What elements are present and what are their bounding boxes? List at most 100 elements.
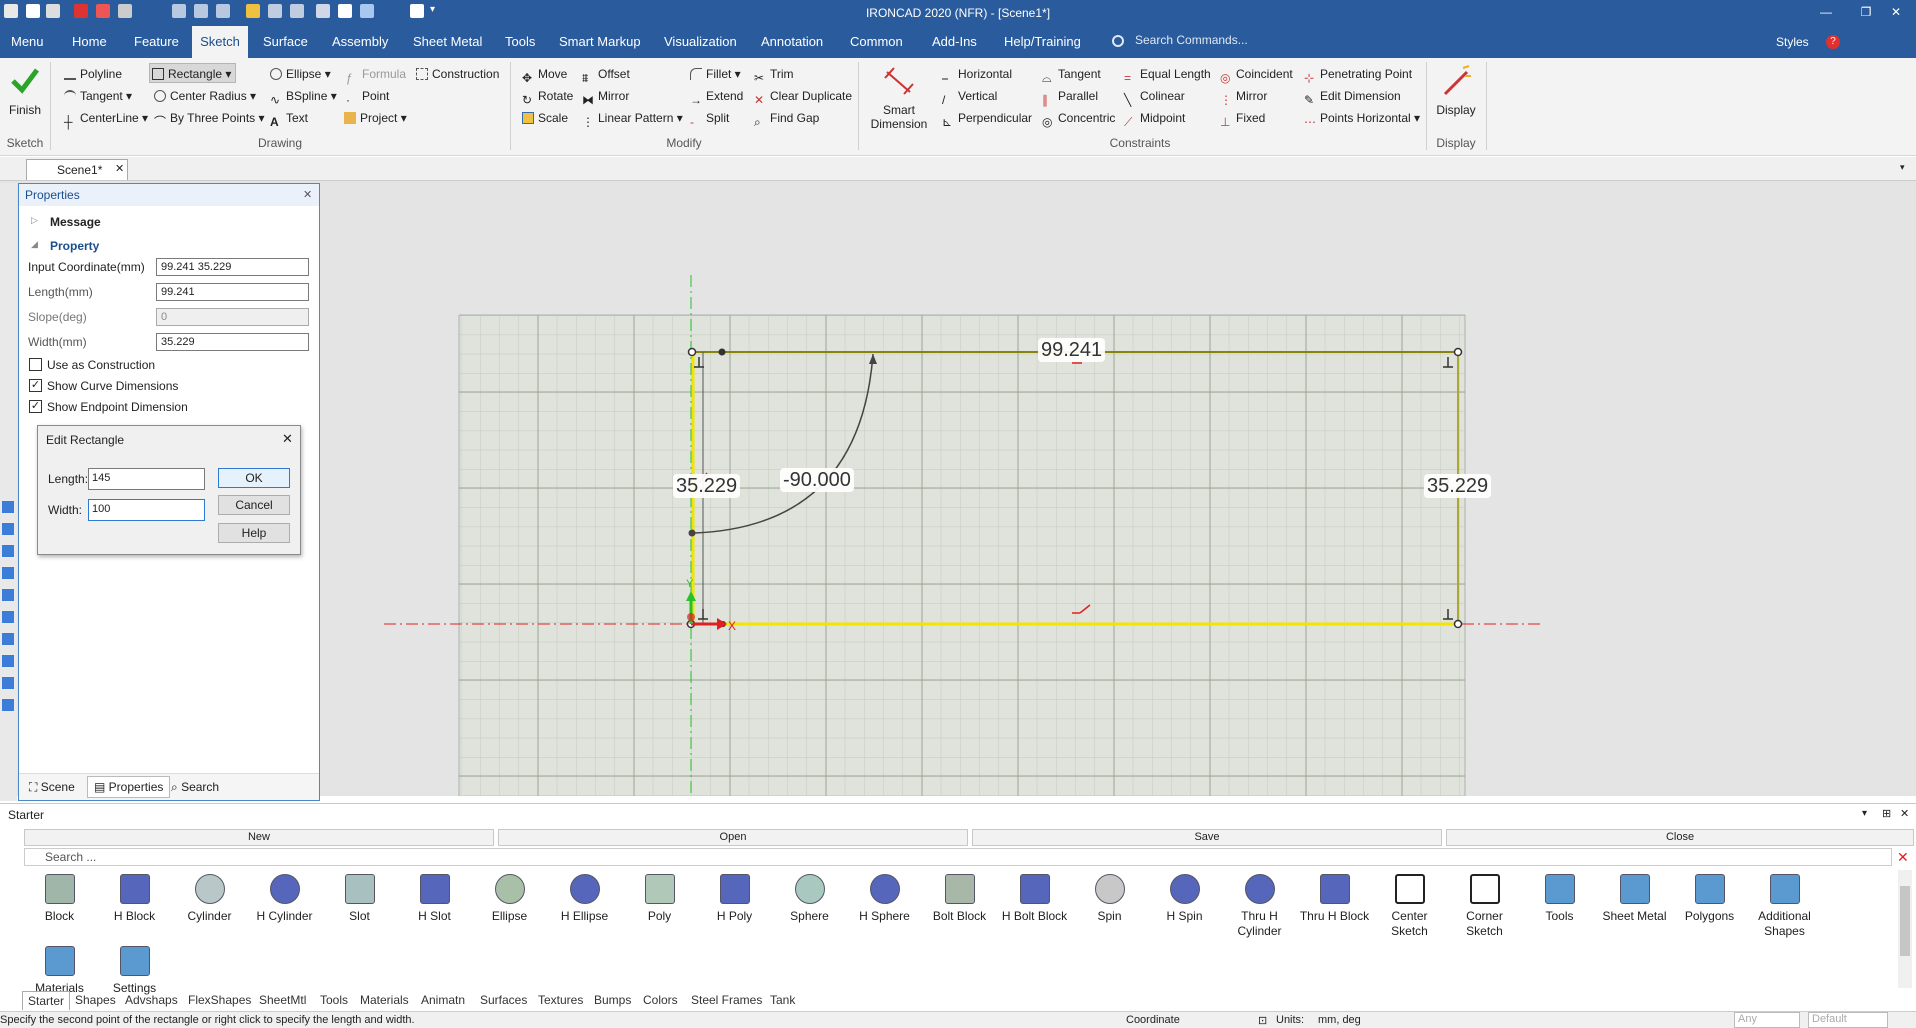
catalog-tab-textures[interactable]: Textures <box>533 991 588 1010</box>
center-radius-button[interactable]: Center Radius ▾ <box>152 86 256 106</box>
use-as-construction-checkbox[interactable] <box>29 358 42 371</box>
colinear-button[interactable]: ╲ Colinear <box>1122 86 1185 107</box>
tab-list-icon[interactable]: ▾ <box>1900 162 1905 173</box>
catalog-item-center-sketch[interactable]: Center Sketch <box>1372 874 1447 939</box>
tool-strip-icon[interactable] <box>2 611 14 623</box>
point-button[interactable]: · Point <box>344 86 389 107</box>
menu-assembly[interactable]: Assembly <box>324 26 396 58</box>
catalog-item-ellipse[interactable]: Ellipse <box>472 874 547 924</box>
fixed-button[interactable]: ⊥ Fixed <box>1218 108 1265 129</box>
cancel-button[interactable]: Cancel <box>218 495 290 515</box>
polyline-button[interactable]: Polyline <box>62 64 122 84</box>
catalog-item-corner-sketch[interactable]: Corner Sketch <box>1447 874 1522 939</box>
clear-search-icon[interactable]: ✕ <box>1897 849 1909 866</box>
dimension-length-top[interactable]: 99.241 <box>1038 338 1106 362</box>
tool-strip-icon[interactable] <box>2 545 14 557</box>
catalog-item-slot[interactable]: Slot <box>322 874 397 924</box>
catalog-menu-icon[interactable]: ▾ <box>1862 808 1867 819</box>
dimension-width-left[interactable]: 35.229 <box>673 474 741 498</box>
ellipse-button[interactable]: Ellipse ▾ <box>268 64 331 84</box>
coincident-button[interactable]: ◎ Coincident <box>1218 64 1293 85</box>
dimension-width-right[interactable]: 35.229 <box>1424 474 1492 498</box>
catalog-item-sphere[interactable]: Sphere <box>772 874 847 924</box>
catalog-scrollbar[interactable] <box>1898 870 1912 988</box>
smart-dimension-button[interactable]: Smart Dimension <box>862 64 936 136</box>
tool-strip-icon[interactable] <box>2 655 14 667</box>
mirror-button[interactable]: ⧓ Mirror <box>580 86 629 107</box>
catalog-item-poly[interactable]: Poly <box>622 874 697 924</box>
menu-sheet-metal[interactable]: Sheet Metal <box>405 26 490 58</box>
catalog-tab-shapes[interactable]: Shapes <box>70 991 121 1010</box>
catalog-item-h-block[interactable]: H Block <box>97 874 172 924</box>
property-section[interactable]: Property <box>50 239 99 253</box>
tool-strip-icon[interactable] <box>2 677 14 689</box>
rotate-button[interactable]: ↻ Rotate <box>520 86 573 107</box>
catalog-item-polygons[interactable]: Polygons <box>1672 874 1747 924</box>
tool-strip-icon[interactable] <box>2 523 14 535</box>
menu-common[interactable]: Common <box>842 26 911 58</box>
horizontal-constraint-button[interactable]: ⎯ Horizontal <box>940 64 1012 85</box>
catalog-search-input[interactable]: Search ... <box>24 848 1892 866</box>
catalog-item-cylinder[interactable]: Cylinder <box>172 874 247 924</box>
display-button[interactable]: Display <box>1432 64 1480 134</box>
vertical-constraint-button[interactable]: / Vertical <box>940 86 997 107</box>
width-field[interactable]: 35.229 <box>156 333 309 351</box>
by-three-points-button[interactable]: ⌒ By Three Points ▾ <box>152 108 265 129</box>
catalog-open-button[interactable]: Open <box>498 829 968 846</box>
menu-annotation[interactable]: Annotation <box>753 26 831 58</box>
trim-button[interactable]: ✂ Trim <box>752 64 794 85</box>
catalog-tab-animatn[interactable]: Animatn <box>416 991 470 1010</box>
close-window-button[interactable]: ✕ <box>1876 2 1916 24</box>
split-button[interactable]: - Split <box>688 108 729 129</box>
perpendicular-button[interactable]: ⊾ Perpendicular <box>940 108 1032 129</box>
catalog-item-block[interactable]: Block <box>22 874 97 924</box>
centerline-button[interactable]: ┼ CenterLine ▾ <box>62 108 148 129</box>
catalog-item-settings[interactable]: Settings <box>97 946 172 996</box>
close-catalog-icon[interactable]: ✕ <box>1900 807 1909 820</box>
dialog-length-input[interactable]: 145 <box>88 468 205 490</box>
expand-arrow-icon[interactable]: ◢ <box>31 239 38 250</box>
catalog-item-h-cylinder[interactable]: H Cylinder <box>247 874 322 924</box>
catalog-tab-tank[interactable]: Tank <box>765 991 800 1010</box>
catalog-item-h-bolt-block[interactable]: H Bolt Block <box>997 874 1072 924</box>
catalog-tab-steel-frames[interactable]: Steel Frames <box>686 991 767 1010</box>
catalog-item-spin[interactable]: Spin <box>1072 874 1147 924</box>
catalog-item-additional-shapes[interactable]: Additional Shapes <box>1747 874 1822 939</box>
text-button[interactable]: A Text <box>268 108 308 129</box>
construction-button[interactable]: Construction <box>414 64 499 84</box>
catalog-item-h-sphere[interactable]: H Sphere <box>847 874 922 924</box>
menu-feature[interactable]: Feature <box>126 26 187 58</box>
points-horizontal-button[interactable]: ⋯ Points Horizontal ▾ <box>1302 108 1420 129</box>
parallel-button[interactable]: ∥ Parallel <box>1040 86 1098 107</box>
rectangle-button[interactable]: Rectangle ▾ <box>149 63 237 83</box>
tab-properties[interactable]: ▤ Properties <box>87 776 171 798</box>
menu-surface[interactable]: Surface <box>255 26 316 58</box>
catalog-tab-bumps[interactable]: Bumps <box>589 991 636 1010</box>
dimension-angle[interactable]: -90.000 <box>780 468 854 492</box>
concentric-button[interactable]: ◎ Concentric <box>1040 108 1115 129</box>
tool-strip-icon[interactable] <box>2 699 14 711</box>
message-section[interactable]: Message <box>50 215 101 229</box>
menu-smart-markup[interactable]: Smart Markup <box>551 26 649 58</box>
catalog-item-h-slot[interactable]: H Slot <box>397 874 472 924</box>
show-endpoint-dimension-checkbox[interactable]: ✓ <box>29 400 42 413</box>
input-coordinate-field[interactable]: 99.241 35.229 <box>156 258 309 276</box>
length-field[interactable]: 99.241 <box>156 283 309 301</box>
move-button[interactable]: ✥ Move <box>520 64 567 85</box>
clear-duplicate-button[interactable]: ✕ Clear Duplicate <box>752 86 852 107</box>
bspline-button[interactable]: ∿ BSpline ▾ <box>268 86 337 107</box>
catalog-item-thru-h-block[interactable]: Thru H Block <box>1297 874 1372 924</box>
catalog-new-button[interactable]: New <box>24 829 494 846</box>
units-value[interactable]: mm, deg <box>1318 1014 1361 1026</box>
tangent-constraint-button[interactable]: ⌓ Tangent <box>1040 64 1101 85</box>
catalog-item-h-ellipse[interactable]: H Ellipse <box>547 874 622 924</box>
styles-menu[interactable]: Styles <box>1768 26 1817 58</box>
style-select[interactable]: Default <box>1808 1012 1888 1028</box>
minimize-button[interactable]: — <box>1806 2 1846 24</box>
catalog-item-tools[interactable]: Tools <box>1522 874 1597 924</box>
show-curve-dimensions-checkbox[interactable]: ✓ <box>29 379 42 392</box>
menu-add-ins[interactable]: Add-Ins <box>924 26 985 58</box>
tangent-arc-button[interactable]: Tangent ▾ <box>62 86 132 106</box>
close-tab-icon[interactable]: ✕ <box>115 162 124 175</box>
search-commands-input[interactable]: Search Commands... <box>1135 33 1355 51</box>
